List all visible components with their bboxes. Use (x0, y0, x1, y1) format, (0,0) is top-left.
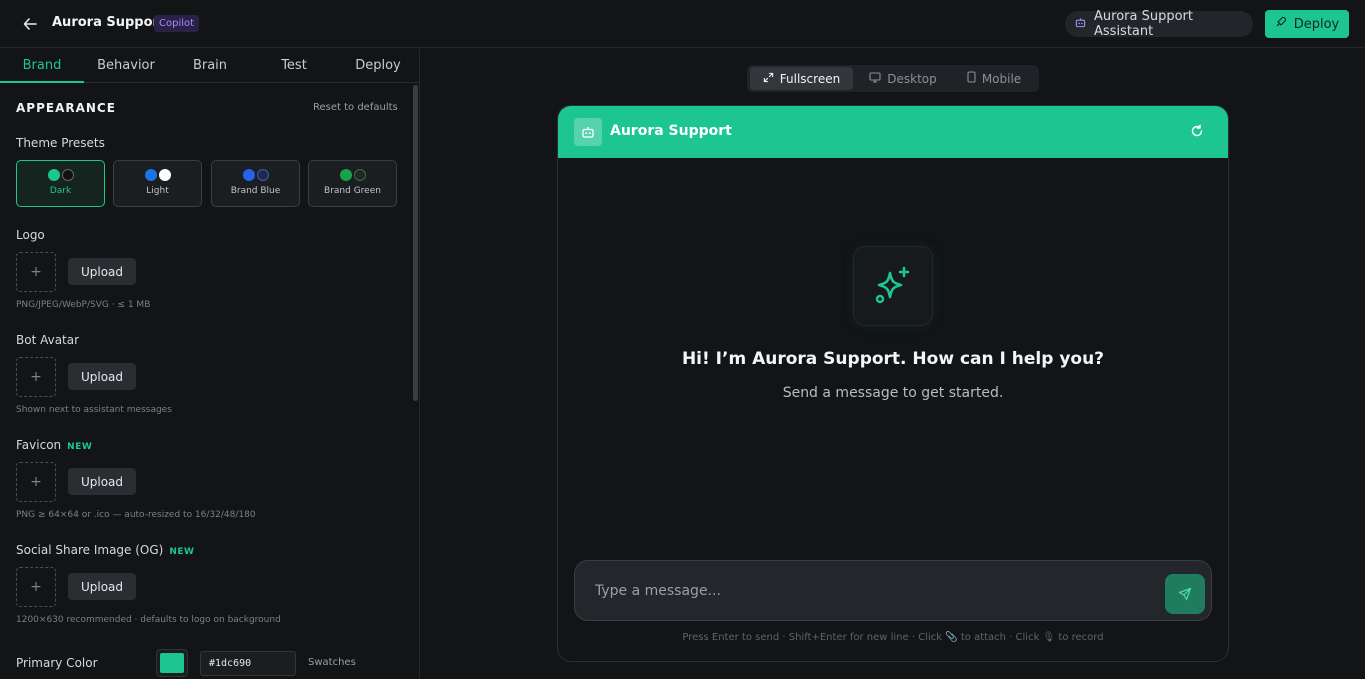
og-image-label: Social Share Image (OG) NEW (16, 543, 194, 557)
bot-avatar-icon (574, 118, 602, 146)
primary-color-label: Primary Color (16, 656, 98, 670)
chat-widget-preview: Aurora Support Hi! I’m Aurora Support. H… (557, 105, 1229, 662)
preset-brand-green[interactable]: Brand Green (308, 160, 397, 207)
favicon-upload-button[interactable]: Upload (68, 468, 136, 495)
chat-title: Aurora Support (610, 123, 732, 139)
bot-avatar-upload-dropzone[interactable]: + (16, 357, 56, 397)
logo-hint: PNG/JPEG/WebP/SVG · ≤ 1 MB (16, 300, 151, 310)
tab-bar: Brand Behavior Brain Test Deploy (0, 49, 419, 83)
mobile-view-button[interactable]: Mobile (953, 67, 1035, 90)
tab-deploy[interactable]: Deploy (336, 49, 419, 83)
refresh-icon[interactable] (1190, 124, 1206, 140)
assistant-name: Aurora Support Assistant (1094, 9, 1193, 39)
bot-avatar-upload-button[interactable]: Upload (68, 363, 136, 390)
settings-panel: Brand Behavior Brain Test Deploy APPEARA… (0, 49, 420, 679)
color-dot (47, 169, 60, 181)
logo-label: Logo (16, 228, 45, 242)
og-image-upload-dropzone[interactable]: + (16, 567, 56, 607)
rocket-icon (1275, 16, 1287, 32)
fullscreen-label: Fullscreen (779, 71, 841, 86)
desktop-label: Desktop (887, 71, 937, 86)
color-dot (61, 169, 74, 181)
top-bar: Aurora Support Copilot Aurora Support As… (0, 0, 1365, 48)
fullscreen-view-button[interactable]: Fullscreen (750, 67, 853, 90)
tab-behavior[interactable]: Behavior (84, 49, 168, 83)
chat-greeting: Hi! I’m Aurora Support. How can I help y… (681, 349, 1105, 369)
og-image-label-text: Social Share Image (OG) (16, 543, 164, 557)
tab-brand[interactable]: Brand (0, 49, 84, 83)
app-title: Aurora Support (52, 15, 166, 30)
preset-name: Brand Blue (230, 186, 281, 196)
robot-icon (1075, 17, 1086, 32)
deploy-button[interactable]: Deploy (1265, 10, 1349, 38)
sparkle-icon (853, 246, 933, 326)
assistant-selector[interactable]: Aurora Support Assistant (1065, 9, 1253, 39)
logo-upload-button[interactable]: Upload (68, 258, 136, 285)
chat-header: Aurora Support (558, 106, 1228, 158)
tab-brain[interactable]: Brain (168, 49, 252, 83)
new-badge: NEW (169, 547, 195, 557)
bot-avatar-label: Bot Avatar (16, 333, 80, 347)
new-badge: NEW (67, 442, 93, 452)
copilot-badge: Copilot (154, 15, 200, 32)
composer-hint: Press Enter to send · Shift+Enter for ne… (682, 632, 1104, 643)
favicon-upload-dropzone[interactable]: + (16, 462, 56, 502)
preset-light[interactable]: Light (113, 160, 202, 207)
preset-name: Light (146, 186, 169, 196)
color-dot (158, 169, 171, 181)
desktop-view-button[interactable]: Desktop (857, 67, 949, 90)
color-dot (242, 169, 255, 181)
primary-color-picker[interactable] (156, 649, 188, 677)
phone-icon (967, 71, 976, 86)
preset-name: Brand Green (324, 186, 381, 196)
swatches-link[interactable]: Swatches (308, 657, 356, 668)
og-image-upload-button[interactable]: Upload (68, 573, 136, 600)
color-dot (256, 169, 269, 181)
favicon-hint: PNG ≥ 64×64 or .ico — auto-resized to 16… (16, 510, 256, 520)
message-composer (574, 560, 1212, 621)
preview-view-toggle: Fullscreen Desktop Mobile (747, 65, 1039, 92)
deploy-label: Deploy (1293, 16, 1340, 32)
back-arrow-icon[interactable] (20, 14, 40, 34)
color-preview (160, 653, 184, 673)
message-input[interactable] (595, 579, 1155, 603)
appearance-heading: APPEARANCE (16, 101, 116, 115)
og-image-hint: 1200×630 recommended · defaults to logo … (16, 615, 281, 625)
color-dot (339, 169, 352, 181)
chat-subtext: Send a message to get started. (782, 385, 1004, 401)
preset-dark[interactable]: Dark (16, 160, 105, 207)
primary-color-hex-input[interactable] (200, 651, 296, 676)
expand-icon (763, 72, 774, 86)
bot-avatar-hint: Shown next to assistant messages (16, 405, 172, 415)
theme-presets-label: Theme Presets (16, 136, 105, 150)
color-dot (353, 169, 366, 181)
favicon-label-text: Favicon (16, 438, 62, 452)
preset-brand-blue[interactable]: Brand Blue (211, 160, 300, 207)
favicon-label: Favicon NEW (16, 438, 92, 452)
color-dot (144, 169, 157, 181)
scrollbar[interactable] (413, 85, 418, 401)
mobile-label: Mobile (981, 71, 1022, 86)
reset-defaults-link[interactable]: Reset to defaults (313, 102, 398, 113)
send-button[interactable] (1165, 574, 1205, 614)
tab-test[interactable]: Test (252, 49, 336, 83)
logo-upload-dropzone[interactable]: + (16, 252, 56, 292)
preset-name: Dark (49, 186, 72, 196)
send-icon (1178, 587, 1192, 601)
monitor-icon (869, 71, 881, 86)
